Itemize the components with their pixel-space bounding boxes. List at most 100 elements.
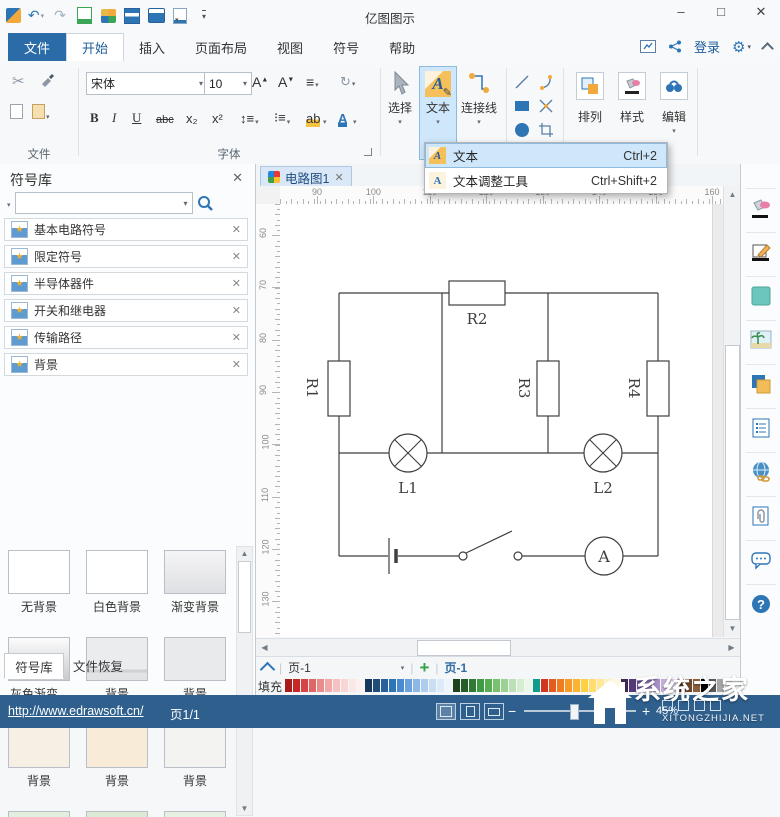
library-section-半导体器件[interactable]: ★半导体器件✕ (4, 272, 248, 295)
paste-special-icon[interactable]: ▾ (32, 104, 50, 122)
resistor-r2[interactable] (449, 281, 505, 305)
layers-icon[interactable] (749, 372, 773, 396)
bold-button[interactable]: B (90, 106, 99, 127)
library-cube-icon[interactable]: ▾ (6, 196, 11, 210)
library-section-基本电路符号[interactable]: ★基本电路符号✕ (4, 218, 248, 241)
font-size-select[interactable]: 10▾ (204, 72, 252, 95)
color-swatch[interactable] (381, 679, 388, 692)
color-swatch[interactable] (293, 679, 300, 692)
page-tab-1[interactable]: 页-1 (445, 659, 468, 676)
font-color-arrow[interactable]: ▾ (352, 106, 357, 127)
color-swatch[interactable] (445, 679, 452, 692)
color-swatch[interactable] (493, 679, 500, 692)
login-link[interactable]: 登录 (694, 37, 720, 56)
notes-icon[interactable] (749, 416, 773, 440)
color-swatch[interactable] (533, 679, 540, 692)
search-icon[interactable] (197, 195, 214, 212)
tab-符号[interactable]: 符号 (318, 33, 374, 61)
background-thumbnail-渐变背景[interactable] (164, 550, 226, 594)
color-swatch[interactable] (469, 679, 476, 692)
tab-帮助[interactable]: 帮助 (374, 33, 430, 61)
color-swatch[interactable] (573, 679, 580, 692)
color-swatch[interactable] (397, 679, 404, 692)
color-swatch[interactable] (525, 679, 532, 692)
section-close-icon[interactable]: ✕ (232, 304, 241, 317)
settings-gear-icon[interactable]: ⚙ (732, 38, 751, 56)
add-page-button[interactable]: + (419, 659, 429, 676)
color-swatch[interactable] (413, 679, 420, 692)
page-selector-arrow[interactable]: ▾ (401, 664, 405, 672)
color-swatch[interactable] (501, 679, 508, 692)
color-swatch[interactable] (565, 679, 572, 692)
switch-contact-left[interactable] (459, 552, 467, 560)
cut-icon[interactable]: ✂ (12, 72, 25, 90)
color-swatch[interactable] (357, 679, 364, 692)
color-swatch[interactable] (509, 679, 516, 692)
tab-file[interactable]: 文件 (8, 33, 66, 61)
share-icon[interactable] (668, 40, 682, 53)
scroll-down-icon[interactable]: ▼ (724, 620, 741, 637)
color-swatch[interactable] (365, 679, 372, 692)
rotate-text-icon[interactable]: ↻▾ (340, 74, 355, 90)
tab-插入[interactable]: 插入 (124, 33, 180, 61)
hscroll-thumb[interactable] (417, 640, 511, 656)
color-swatch[interactable] (485, 679, 492, 692)
crop-tool-icon[interactable] (538, 122, 554, 138)
rectangle-tool-icon[interactable] (514, 98, 530, 114)
view-presentation-button[interactable] (484, 703, 504, 720)
tab-视图[interactable]: 视图 (262, 33, 318, 61)
subscript-button[interactable]: x₂ (186, 106, 198, 127)
scroll-up-icon[interactable]: ▲ (724, 186, 741, 203)
color-swatch[interactable] (301, 679, 308, 692)
tab-开始[interactable]: 开始 (66, 33, 124, 61)
highlight-button[interactable]: ab (306, 106, 320, 127)
collapse-ribbon-icon[interactable] (761, 42, 774, 55)
section-close-icon[interactable]: ✕ (232, 331, 241, 344)
font-color-button[interactable]: A (338, 106, 347, 127)
color-swatch[interactable] (461, 679, 468, 692)
background-thumbnail-背景[interactable] (164, 637, 226, 681)
align-icon[interactable]: ≡▾ (306, 74, 319, 90)
color-swatch[interactable] (341, 679, 348, 692)
library-section-限定符号[interactable]: ★限定符号✕ (4, 245, 248, 268)
color-swatch[interactable] (309, 679, 316, 692)
color-swatch[interactable] (429, 679, 436, 692)
zoom-out-button[interactable]: − (508, 703, 516, 719)
background-thumbnail-背景[interactable] (8, 724, 70, 768)
tab-页面布局[interactable]: 页面布局 (180, 33, 262, 61)
background-icon[interactable] (749, 328, 773, 352)
ellipse-tool-icon[interactable] (514, 122, 530, 138)
color-swatch[interactable] (285, 679, 292, 692)
color-swatch[interactable] (421, 679, 428, 692)
bullet-list-button[interactable]: ⁝≡▾ (274, 106, 290, 127)
library-close-icon[interactable]: ✕ (232, 170, 243, 186)
minimize-button[interactable]: – (668, 4, 694, 20)
resistor-r4[interactable] (647, 361, 669, 416)
color-swatch[interactable] (477, 679, 484, 692)
color-swatch[interactable] (389, 679, 396, 692)
cross-point-tool-icon[interactable] (538, 98, 554, 114)
document-tab-close-icon[interactable]: ✕ (334, 171, 343, 184)
color-swatch[interactable] (373, 679, 380, 692)
hyperlink-icon[interactable] (749, 460, 773, 484)
canvas-horizontal-scrollbar[interactable]: ◀ ▶ (256, 638, 740, 657)
library-section-传输路径[interactable]: ★传输路径✕ (4, 326, 248, 349)
zoom-slider-thumb[interactable] (570, 704, 579, 720)
background-thumbnail-白色背景[interactable] (86, 550, 148, 594)
attachment-icon[interactable] (749, 504, 773, 528)
comment-icon[interactable] (749, 548, 773, 572)
color-swatch[interactable] (437, 679, 444, 692)
export-icon[interactable] (640, 40, 656, 53)
color-swatch[interactable] (557, 679, 564, 692)
help-icon[interactable]: ? (749, 592, 773, 616)
font-group-expand-icon[interactable] (364, 148, 372, 156)
library-footer-tab-文件恢复[interactable]: 文件恢复 (66, 653, 130, 677)
resistor-r1[interactable] (328, 361, 350, 416)
scrollbar-thumb[interactable] (238, 561, 251, 633)
select-tool-button[interactable]: 选择▾ (383, 66, 417, 158)
menu-item-文本调整工具[interactable]: A文本调整工具Ctrl+Shift+2 (425, 168, 667, 193)
background-thumbnail-无背景[interactable] (8, 550, 70, 594)
library-search-input[interactable]: ▾ (15, 192, 193, 214)
background-thumbnail-partial[interactable] (8, 811, 70, 817)
view-page-button[interactable] (460, 703, 480, 720)
